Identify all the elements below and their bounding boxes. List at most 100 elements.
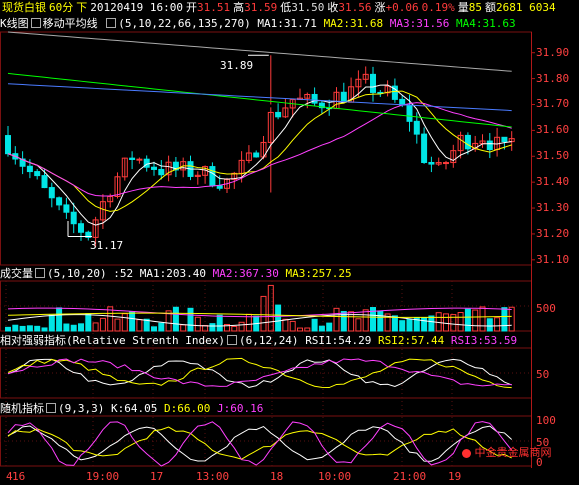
candle-body — [486, 140, 493, 151]
volume-bar — [187, 307, 194, 332]
candle-body — [443, 162, 449, 165]
volume-bar — [508, 306, 515, 332]
candle-body — [129, 157, 136, 160]
volume-bar — [355, 318, 362, 332]
collapse-icon[interactable] — [35, 268, 45, 278]
volume-bar — [494, 317, 501, 332]
ma5-line — [7, 83, 512, 112]
volume-bar — [479, 306, 486, 332]
volume-params: (5,10,20) — [47, 267, 107, 280]
collapse-icon[interactable] — [46, 403, 56, 413]
volume-bar — [311, 318, 318, 332]
volume-bar — [70, 324, 77, 332]
volume-bar — [472, 309, 479, 332]
candle-body — [151, 166, 157, 170]
volume-bar — [297, 327, 303, 332]
candle-body — [275, 111, 282, 118]
volume-bar — [180, 324, 187, 332]
volume-bar — [267, 284, 274, 332]
rsi-name[interactable]: 相对强弱指标 — [0, 334, 66, 347]
price-tick-label: 31.50 — [536, 149, 570, 163]
candle-body — [370, 73, 376, 93]
kdj-k-value: K:64.05 — [110, 402, 158, 415]
volume-bar — [486, 318, 493, 332]
time-tick-label: 18 — [270, 470, 284, 483]
candle-body — [26, 165, 33, 173]
volume-bar — [282, 318, 289, 332]
kdj-axis-100: 100 — [536, 414, 556, 427]
volume-bar — [362, 309, 369, 332]
candle-body — [63, 204, 70, 213]
candle-body — [501, 136, 508, 143]
time-tick-label: 19 — [448, 470, 462, 483]
price-tick-label: 31.70 — [536, 97, 570, 111]
volume-bar — [238, 321, 245, 332]
candle-body — [48, 187, 55, 199]
ma3-line — [7, 102, 512, 197]
rsi-params: (6,12,24) — [238, 334, 299, 347]
candle-body — [41, 175, 48, 189]
volume-bar — [99, 317, 106, 332]
volume-bar — [391, 315, 398, 332]
volume-bar — [19, 325, 26, 332]
rsi3-value: RSI3:53.59 — [450, 334, 518, 347]
volume-bar — [464, 308, 471, 332]
volume-axis-500: 500 — [536, 302, 556, 315]
volume-bar — [443, 313, 449, 332]
price-tick-label: 31.60 — [536, 123, 570, 137]
volume-bar — [5, 326, 11, 332]
volume-indicator-bar: 成交量 (5,10,20) :52 MA1:203.40 MA2:367.30 M… — [0, 267, 352, 280]
volume-name[interactable]: 成交量 — [0, 267, 33, 280]
rsi-indicator-bar: 相对强弱指标(Relative Strenth Index) (6,12,24) … — [0, 334, 517, 347]
time-tick-label: 17 — [150, 470, 164, 483]
collapse-icon[interactable] — [226, 335, 237, 345]
candle-body — [56, 197, 63, 206]
volume-bar — [377, 310, 384, 332]
volume-bar — [501, 307, 508, 332]
low-callout: 31.17 — [90, 239, 124, 252]
candle-body — [34, 171, 41, 177]
volume-bar — [151, 326, 157, 332]
volume-bar — [63, 323, 70, 332]
volume-ma1: MA1:203.40 — [139, 267, 206, 280]
volume-bar — [121, 313, 128, 332]
volume-bar — [333, 307, 340, 332]
candle-body — [209, 166, 216, 187]
volume-bar — [318, 325, 325, 332]
ma2-line — [7, 90, 512, 212]
kdj-name[interactable]: 随机指标 — [0, 402, 44, 415]
candle-body — [253, 152, 260, 158]
rsi-axis-50: 50 — [536, 368, 550, 381]
candle-body — [428, 161, 435, 165]
candle-body — [421, 133, 428, 163]
volume-bar — [136, 319, 143, 332]
volume-bar — [216, 314, 223, 332]
candle-body — [413, 120, 420, 135]
volume-bar — [34, 325, 41, 332]
volume-ma3: MA3:257.25 — [285, 267, 352, 280]
candle-body — [70, 211, 77, 225]
volume-bar — [457, 312, 464, 332]
rsi1-value: RSI1:54.29 — [305, 334, 372, 347]
kdj-indicator-bar: 随机指标 (9,3,3) K:64.05 D:66.00 J:60.16 — [0, 402, 263, 415]
volume-bar — [194, 316, 201, 332]
high-callout: 31.89 — [220, 59, 254, 72]
ma4-line — [7, 72, 512, 128]
volume-current: :52 — [113, 267, 134, 280]
volume-bar — [41, 327, 48, 332]
volume-bar — [406, 318, 413, 332]
candle-body — [216, 185, 223, 189]
time-tick-label: 21:00 — [393, 470, 427, 483]
price-tick-label: 31.30 — [536, 201, 570, 215]
candle-body — [136, 158, 143, 161]
volume-ma2: MA2:367.30 — [212, 267, 279, 280]
price-tick-label: 31.90 — [536, 45, 570, 59]
volume-bar — [48, 314, 55, 332]
volume-bar — [12, 324, 19, 332]
volume-bar — [129, 311, 136, 332]
kdj-d-line — [7, 426, 512, 460]
volume-bar — [172, 306, 179, 332]
kdj-k-line — [7, 425, 513, 462]
price-tick-label: 31.80 — [536, 71, 570, 85]
candle-body — [406, 104, 413, 122]
